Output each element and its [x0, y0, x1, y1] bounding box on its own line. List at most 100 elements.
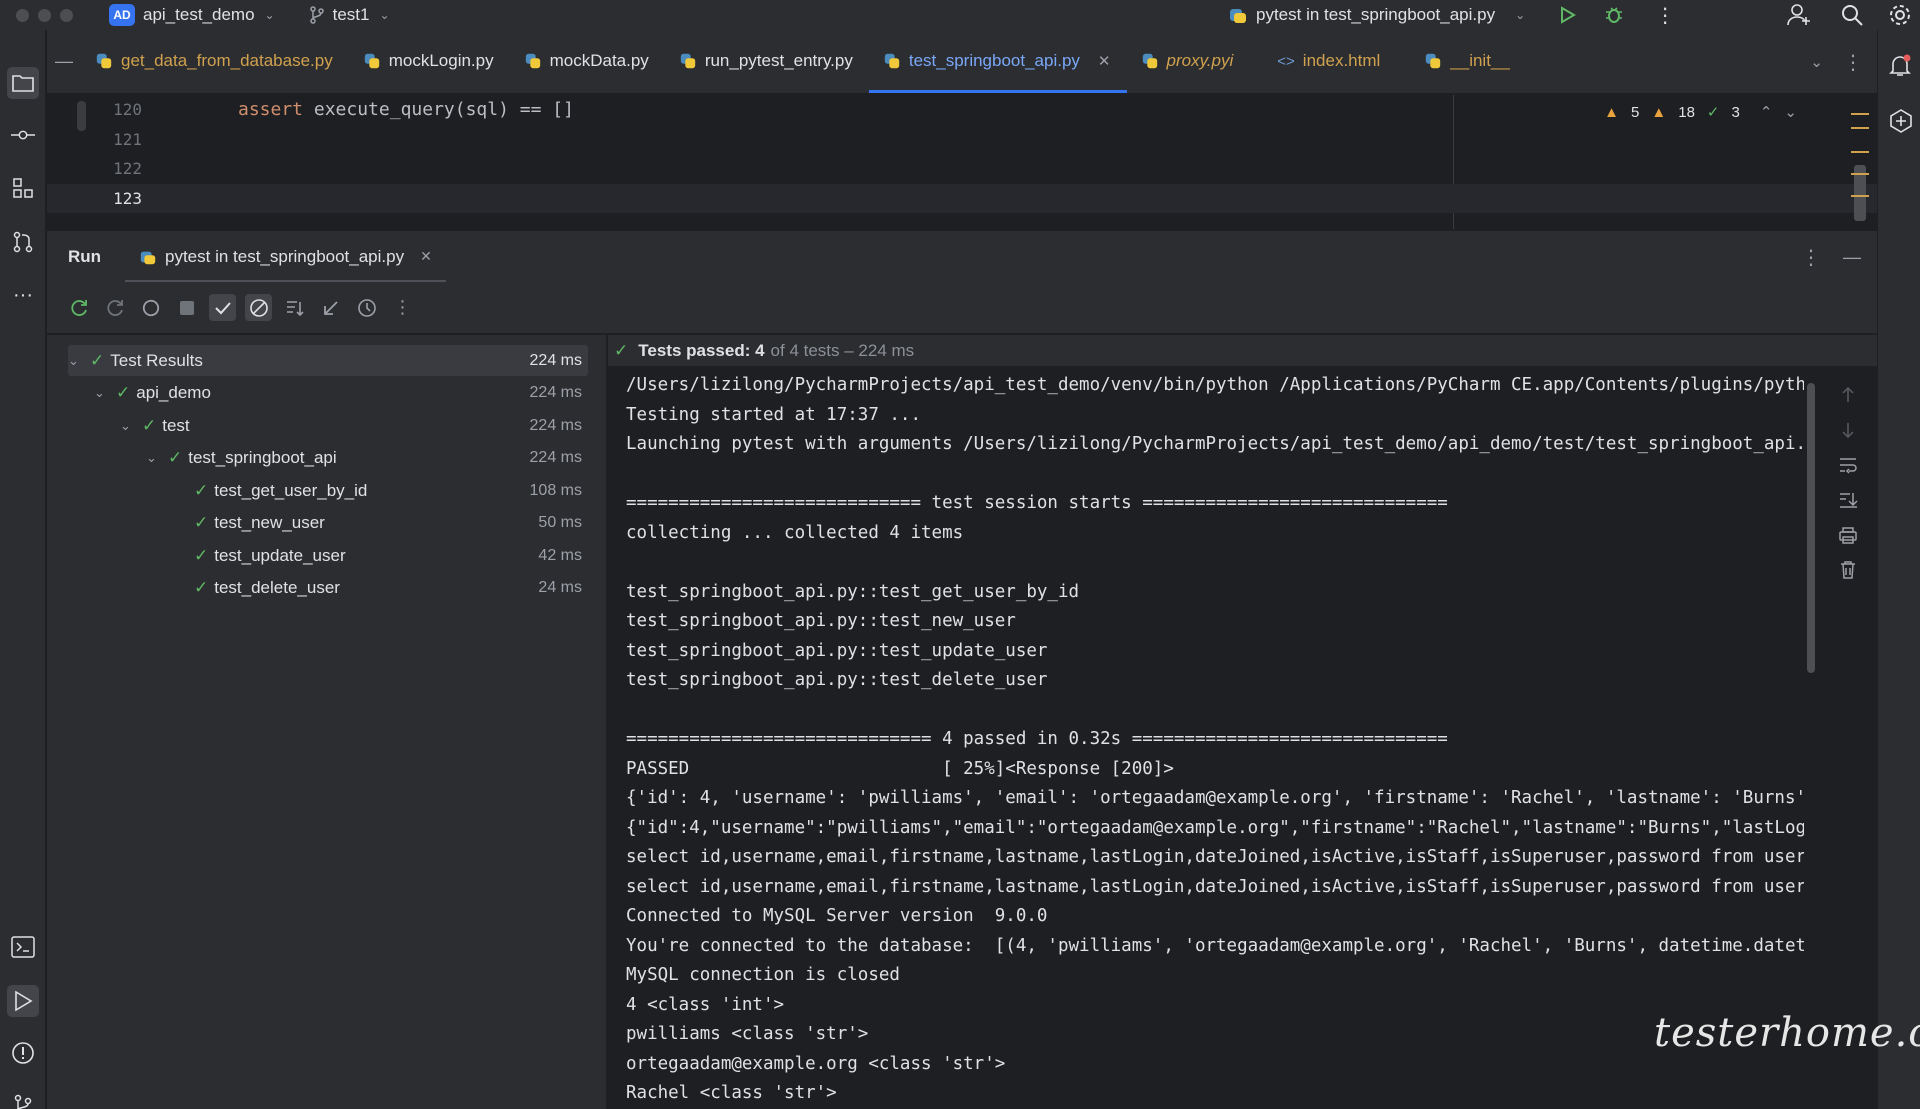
- console-output[interactable]: ✓ Tests passed: 4 of 4 tests – 224 ms /U…: [608, 335, 1920, 1109]
- python-file-icon: [680, 53, 696, 69]
- editor-tab[interactable]: mockData.py: [510, 29, 665, 93]
- editor-tab[interactable]: get_data_from_database.py: [81, 29, 349, 93]
- show-passed-icon[interactable]: [209, 294, 236, 321]
- minimize-window-button[interactable]: [38, 8, 51, 22]
- code-text: assert execute_query(sql) == []: [238, 99, 574, 120]
- zoom-window-button[interactable]: [60, 8, 73, 22]
- chevron-down-icon[interactable]: ⌄: [1784, 103, 1797, 121]
- console-line: Connected to MySQL Server version 9.0.0: [626, 906, 1048, 926]
- chevron-down-icon[interactable]: ⌄: [1515, 8, 1525, 22]
- chevron-down-icon[interactable]: ⌄: [265, 8, 275, 22]
- run-session-tab[interactable]: pytest in test_springboot_api.py ✕: [125, 231, 446, 283]
- structure-icon[interactable]: [11, 176, 35, 200]
- close-icon[interactable]: ✕: [1098, 52, 1111, 70]
- console-line: test_springboot_api.py::test_get_user_by…: [626, 581, 1080, 602]
- branch-icon: [309, 6, 324, 24]
- project-badge[interactable]: AD: [109, 4, 135, 26]
- test-tree-node[interactable]: ✓ test_new_user 50 ms: [68, 508, 588, 539]
- collapse-icon[interactable]: —: [47, 29, 81, 93]
- show-ignored-icon[interactable]: [245, 294, 272, 321]
- window-controls[interactable]: [16, 8, 73, 22]
- code-line[interactable]: 120 assert execute_query(sql) == []: [47, 95, 1877, 124]
- weak-warning-count: 18: [1678, 103, 1695, 121]
- editor-tab[interactable]: run_pytest_entry.py: [665, 29, 869, 93]
- editor-tab[interactable]: mockLogin.py: [349, 29, 510, 93]
- close-window-button[interactable]: [16, 8, 29, 22]
- rerun-failed-icon[interactable]: [101, 294, 128, 321]
- print-icon[interactable]: [1838, 525, 1858, 545]
- console-scrollbar[interactable]: [1807, 383, 1815, 673]
- arrow-up-icon[interactable]: [1838, 385, 1858, 405]
- run-configuration-selector[interactable]: pytest in test_springboot_api.py ⌄ ⋮: [1228, 0, 1675, 30]
- test-tree-node[interactable]: ⌄ ✓ test_springboot_api 224 ms: [68, 443, 588, 474]
- inspection-widget[interactable]: ▲ 5 ▲ 18 ✓ 3 ⌃ ⌄: [1604, 103, 1797, 122]
- notifications-icon[interactable]: [1888, 54, 1912, 78]
- rerun-icon[interactable]: [65, 294, 92, 321]
- arrow-down-icon[interactable]: [1838, 420, 1858, 440]
- editor-tab[interactable]: __init__: [1410, 29, 1540, 93]
- code-line[interactable]: 123: [47, 183, 1877, 213]
- tabs-overflow-chevron-icon[interactable]: ⌄: [1810, 53, 1823, 71]
- editor-tab[interactable]: <> index.html: [1263, 29, 1410, 93]
- code-line[interactable]: 122: [47, 154, 1877, 183]
- sort-icon[interactable]: [281, 294, 308, 321]
- chevron-down-icon[interactable]: ⌄: [94, 385, 108, 401]
- debug-icon[interactable]: [1603, 4, 1625, 26]
- test-tree-node[interactable]: ⌄ ✓ api_demo 224 ms: [68, 378, 588, 409]
- more-options-icon[interactable]: ⋮: [1801, 245, 1821, 270]
- check-icon: ✓: [116, 383, 131, 402]
- pull-requests-icon[interactable]: [11, 230, 35, 254]
- ai-assistant-icon[interactable]: [1888, 108, 1914, 134]
- code-line[interactable]: 121: [47, 125, 1877, 154]
- run-tool-icon[interactable]: [7, 985, 39, 1017]
- gear-icon[interactable]: [1888, 3, 1912, 27]
- test-tree-node[interactable]: ⌄ ✓ Test Results 224 ms: [68, 345, 588, 376]
- scroll-to-end-icon[interactable]: [1838, 490, 1858, 510]
- chevron-up-icon[interactable]: ⌃: [1760, 103, 1773, 121]
- project-name[interactable]: api_test_demo: [143, 5, 255, 25]
- console-line: test_springboot_api.py::test_update_user: [626, 640, 1048, 661]
- run-icon[interactable]: [1557, 5, 1577, 25]
- test-tree-node[interactable]: ✓ test_delete_user 24 ms: [68, 573, 588, 604]
- chevron-down-icon[interactable]: ⌄: [146, 450, 160, 466]
- more-tools-icon[interactable]: ···: [11, 283, 35, 307]
- more-options-icon[interactable]: ⋮: [1655, 3, 1675, 28]
- commit-icon[interactable]: [11, 123, 35, 147]
- add-user-icon[interactable]: [1786, 2, 1812, 28]
- error-stripe[interactable]: [1851, 113, 1869, 223]
- import-tests-icon[interactable]: [317, 294, 344, 321]
- test-results-tree[interactable]: ⌄ ✓ Test Results 224 ms ⌄ ✓ api_demo 224 ms ⌄ ✓ te…: [47, 335, 607, 1109]
- editor-tab[interactable]: test_springboot_api.py ✕: [868, 29, 1127, 93]
- terminal-icon[interactable]: [11, 935, 35, 959]
- test-tree-node[interactable]: ⌄ ✓ test 224 ms: [68, 410, 588, 441]
- test-duration: 108 ms: [529, 481, 582, 499]
- history-icon[interactable]: [353, 294, 380, 321]
- test-tree-node[interactable]: ✓ test_update_user 42 ms: [68, 540, 588, 571]
- editor-tab[interactable]: proxy.pyi: [1127, 29, 1264, 93]
- trash-icon[interactable]: [1838, 560, 1858, 580]
- toggle-auto-test-icon[interactable]: [137, 294, 164, 321]
- test-name: test_delete_user: [214, 578, 340, 597]
- more-options-icon[interactable]: ⋮: [1843, 50, 1863, 75]
- code-editor[interactable]: 120 assert execute_query(sql) == [] 121 122…: [47, 95, 1877, 229]
- title-bar: AD api_test_demo ⌄ test1 ⌄ pytest in tes…: [0, 0, 1920, 30]
- branch-name[interactable]: test1: [333, 5, 370, 25]
- chevron-down-icon[interactable]: ⌄: [68, 353, 82, 369]
- test-duration: 42 ms: [538, 546, 582, 564]
- python-file-icon: [96, 53, 112, 69]
- more-options-icon[interactable]: ⋮: [389, 294, 416, 321]
- chevron-down-icon[interactable]: ⌄: [379, 8, 389, 22]
- chevron-down-icon[interactable]: ⌄: [120, 418, 134, 434]
- editor-tab-label: mockData.py: [549, 51, 649, 70]
- project-folder-icon[interactable]: [7, 67, 39, 99]
- problems-icon[interactable]: [11, 1041, 35, 1065]
- stop-icon[interactable]: [173, 294, 200, 321]
- test-tree-node[interactable]: ✓ test_get_user_by_id 108 ms: [68, 475, 588, 506]
- soft-wrap-icon[interactable]: [1838, 455, 1858, 475]
- hide-icon[interactable]: —: [1843, 247, 1861, 268]
- check-icon: ✓: [194, 513, 209, 532]
- git-icon[interactable]: [11, 1093, 35, 1109]
- close-icon[interactable]: ✕: [420, 248, 432, 265]
- search-icon[interactable]: [1840, 3, 1864, 27]
